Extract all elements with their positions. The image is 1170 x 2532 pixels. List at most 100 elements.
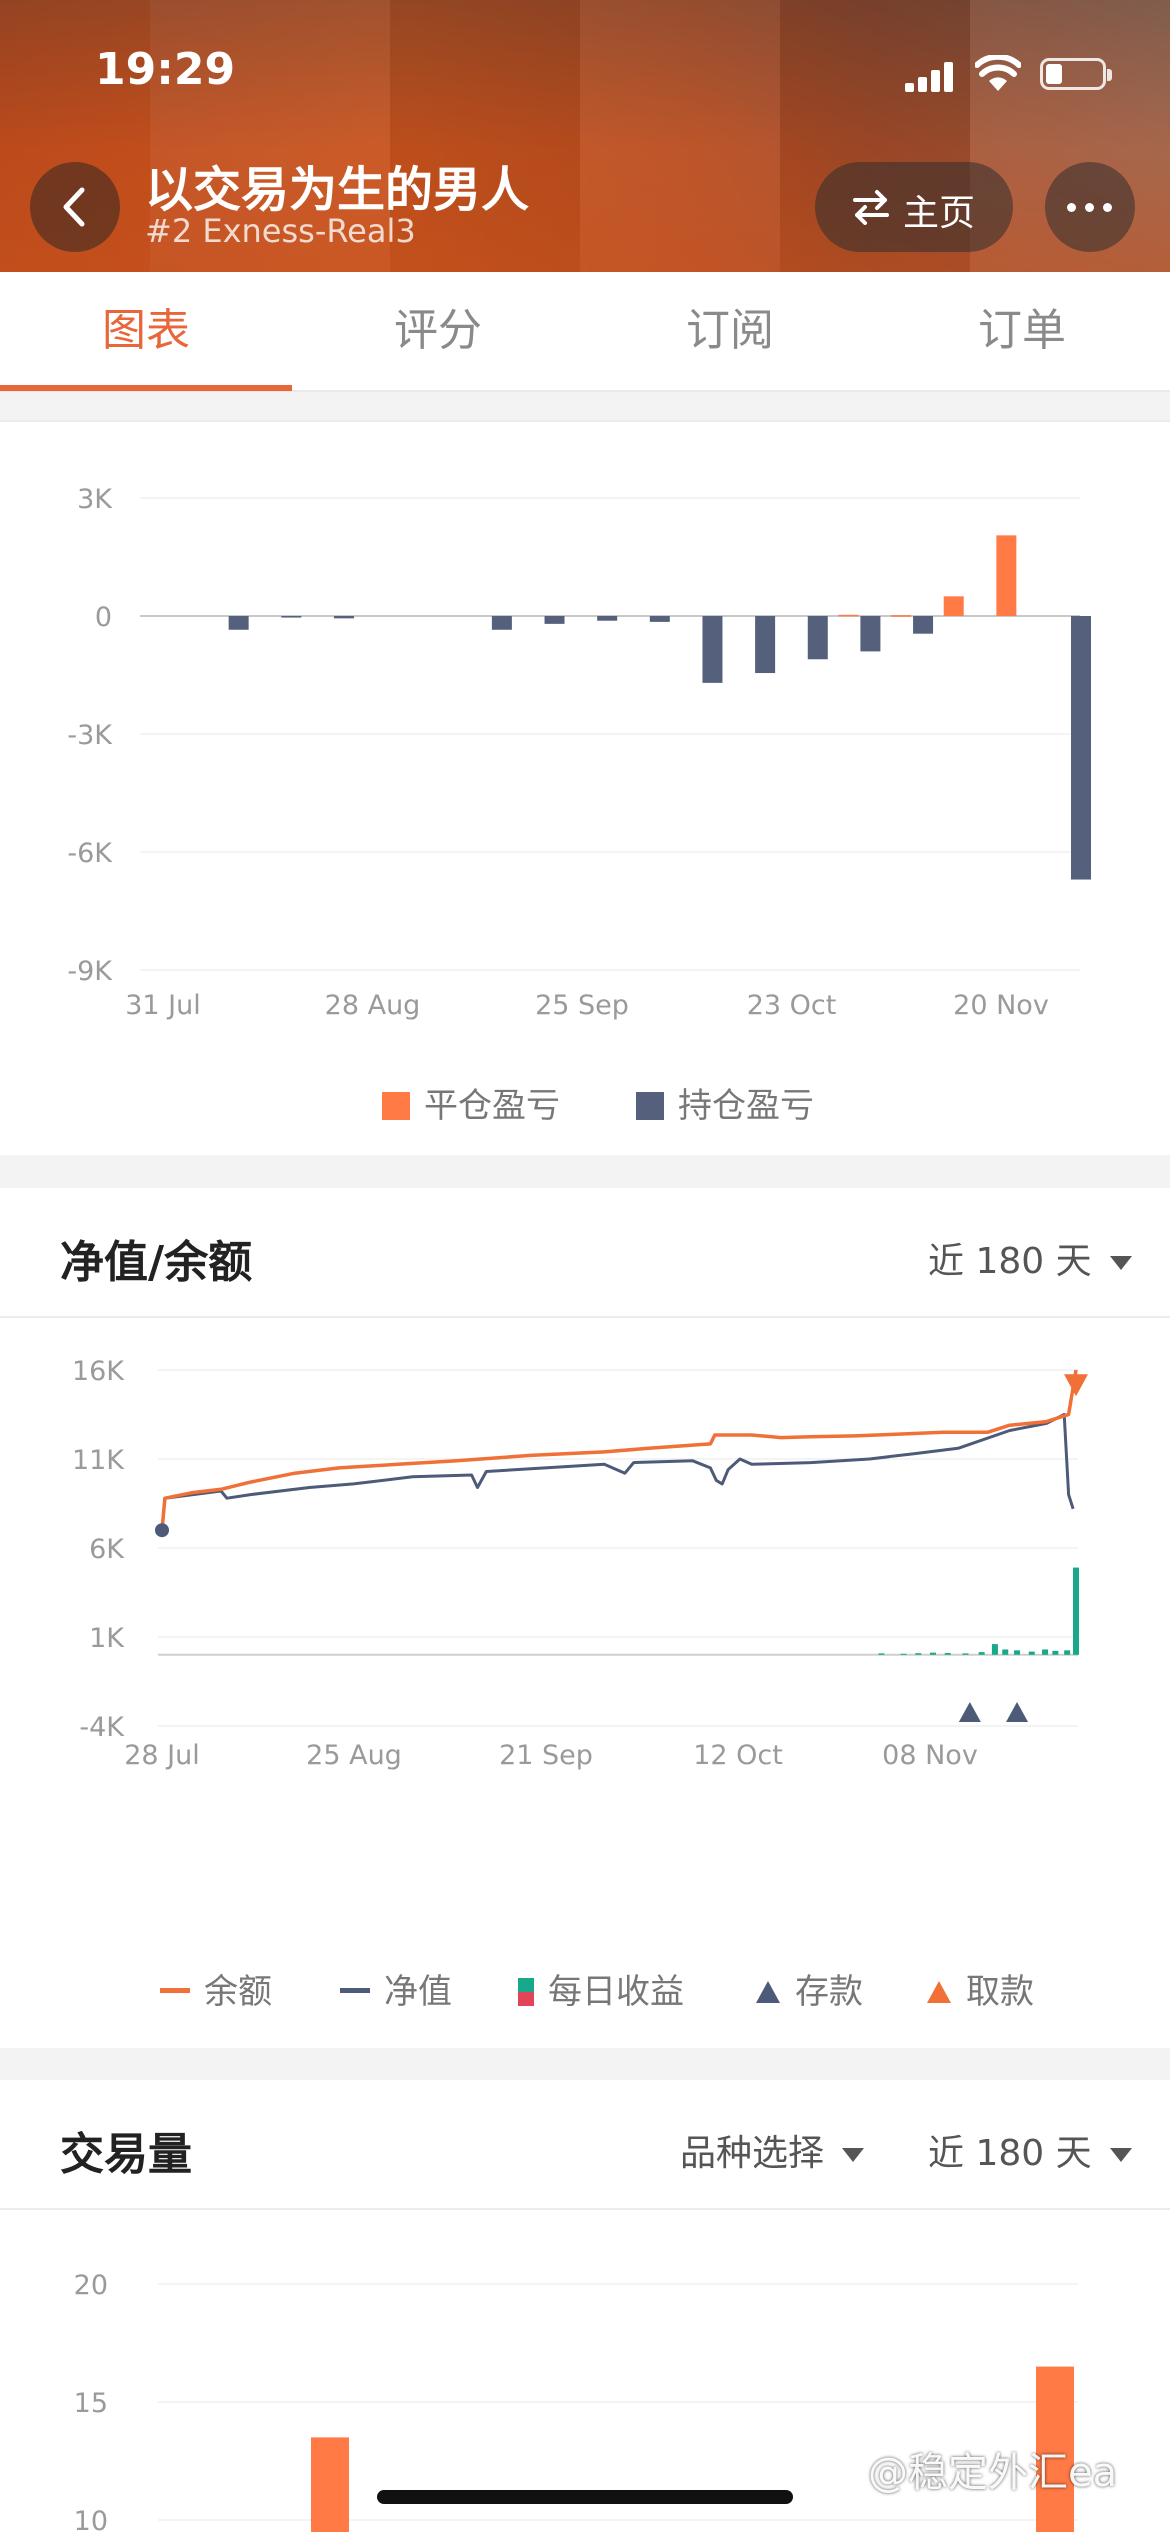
bar-closed-pnl	[891, 615, 912, 617]
legend-label: 持仓盈亏	[678, 1086, 814, 1126]
home-button-label: 主页	[903, 193, 976, 234]
legend-closed-pnl: 平仓盈亏	[382, 1078, 560, 1127]
x-tick-label: 28 Jul	[124, 1740, 200, 1771]
y-tick-label: 20	[74, 2270, 108, 2301]
period-label: 近 180 天	[928, 2133, 1092, 2174]
legend-label: 存款	[795, 1972, 863, 2012]
bar-open-pnl	[491, 616, 512, 630]
y-tick-label: 0	[95, 602, 112, 633]
home-indicator	[377, 2490, 793, 2504]
legend-label: 取款	[966, 1972, 1034, 2012]
daily-profit-bar	[944, 1653, 951, 1655]
x-tick-label: 31 Jul	[125, 990, 201, 1021]
legend-swatch	[382, 1092, 410, 1120]
battery-icon	[1040, 58, 1112, 90]
period-dropdown[interactable]: 近 180 天	[928, 2124, 1132, 2176]
daily-profit-bar	[1052, 1650, 1059, 1655]
equity-chart: 16K 11K 6K 1K -4K28 Jul 25 Aug 21 Sep 12 Oct 08 …	[72, 1356, 1088, 1771]
tab-chart[interactable]: 图表	[0, 272, 292, 390]
bar-open-pnl	[913, 616, 934, 634]
equity-card-header: 净值/余额 近 180 天	[0, 1188, 1170, 1318]
bar-closed-pnl	[996, 535, 1017, 616]
home-button[interactable]: 主页	[815, 162, 1013, 252]
y-tick-label: 15	[74, 2388, 108, 2419]
status-time: 19:29	[95, 44, 236, 95]
legend-withdrawal: 取款	[926, 1964, 1034, 2013]
bar-open-pnl	[807, 616, 828, 660]
legend-deposit: 存款	[755, 1964, 863, 2013]
account-subtitle: #2 Exness-Real3	[145, 212, 416, 250]
legend-swatch	[518, 1978, 534, 2006]
back-button[interactable]	[30, 162, 120, 252]
x-tick-label: 25 Sep	[535, 990, 629, 1021]
x-tick-label: 08 Nov	[882, 1740, 978, 1771]
swap-icon	[853, 190, 889, 225]
x-tick-label: 20 Nov	[953, 990, 1049, 1021]
triangle-up-icon	[756, 1981, 780, 2003]
tab-orders[interactable]: 订单	[876, 272, 1168, 390]
watermark: @稳定外汇ea	[868, 2450, 1118, 2496]
legend-balance: 余额	[160, 1964, 272, 2013]
caret-down-icon	[1109, 2148, 1132, 2162]
deposit-marker	[958, 1702, 981, 1722]
daily-profit-bar	[962, 1653, 969, 1655]
tab-rating[interactable]: 评分	[292, 272, 584, 390]
equity-card: 净值/余额 近 180 天 16K 11K 6K 1K -4K 28 Jul 25 Aug 2…	[0, 1188, 1170, 2048]
bar-open-pnl	[281, 616, 302, 618]
legend-swatch	[636, 1092, 664, 1120]
legend-label: 每日收益	[548, 1972, 684, 2012]
daily-profit-bar	[900, 1653, 907, 1655]
bar-open-pnl	[755, 616, 776, 674]
daily-profit-bar	[1028, 1651, 1035, 1655]
daily-profit-bar	[991, 1644, 998, 1655]
daily-profit-bar	[978, 1652, 985, 1655]
legend-line	[160, 1988, 190, 1993]
legend-label: 净值	[384, 1972, 452, 2012]
x-tick-label: 28 Aug	[325, 990, 421, 1021]
daily-profit-bar	[915, 1653, 922, 1655]
caret-down-icon	[1109, 1256, 1132, 1270]
daily-profit-bar	[1064, 1650, 1071, 1655]
volume-bar	[311, 2437, 349, 2532]
y-tick-label: -9K	[67, 956, 113, 987]
bar-closed-pnl	[943, 596, 964, 616]
section-title: 净值/余额	[60, 1237, 253, 1288]
wifi-icon	[975, 55, 1021, 91]
x-tick-label: 25 Aug	[306, 1740, 402, 1771]
tab-bar: 图表 评分 订阅 订单	[0, 272, 1170, 392]
bar-open-pnl	[702, 616, 723, 683]
daily-profit-bar	[930, 1652, 937, 1655]
section-title: 交易量	[60, 2129, 192, 2180]
x-tick-label: 23 Oct	[747, 990, 837, 1021]
screen: 19:29 以交易为生的男人 #2 Exness-Real3 主页 图表 评分 …	[0, 0, 1170, 2532]
deposit-marker	[1006, 1702, 1029, 1722]
page-title: 以交易为生的男人	[145, 162, 530, 218]
legend-open-pnl: 持仓盈亏	[636, 1078, 814, 1127]
y-tick-label: 16K	[72, 1356, 125, 1387]
bar-closed-pnl	[838, 614, 859, 617]
legend-line	[340, 1988, 370, 1993]
bar-open-pnl	[649, 616, 670, 622]
y-tick-label: -3K	[67, 720, 113, 751]
x-tick-label: 21 Sep	[499, 1740, 593, 1771]
more-options-button[interactable]	[1045, 162, 1135, 252]
y-tick-label: 10	[74, 2506, 108, 2532]
legend-label: 余额	[204, 1972, 272, 2012]
period-label: 近 180 天	[928, 1241, 1092, 1282]
legend-label: 平仓盈亏	[424, 1086, 560, 1126]
period-dropdown[interactable]: 近 180 天	[928, 1232, 1132, 1284]
bar-open-pnl	[1071, 616, 1091, 880]
bar-open-pnl	[597, 616, 618, 621]
bar-open-pnl	[544, 616, 565, 624]
legend-equity: 净值	[340, 1964, 452, 2013]
daily-profit-bar	[1002, 1649, 1009, 1655]
y-tick-label: -4K	[79, 1712, 125, 1743]
instrument-dropdown[interactable]: 品种选择	[680, 2124, 865, 2176]
y-tick-label: 3K	[77, 484, 113, 515]
bar-open-pnl	[228, 616, 249, 630]
y-tick-label: 11K	[72, 1445, 125, 1476]
daily-profit-bar	[1042, 1649, 1049, 1655]
withdrawal-marker	[1064, 1374, 1088, 1397]
tab-subscription[interactable]: 订阅	[584, 272, 876, 390]
instrument-label: 品种选择	[680, 2133, 825, 2174]
